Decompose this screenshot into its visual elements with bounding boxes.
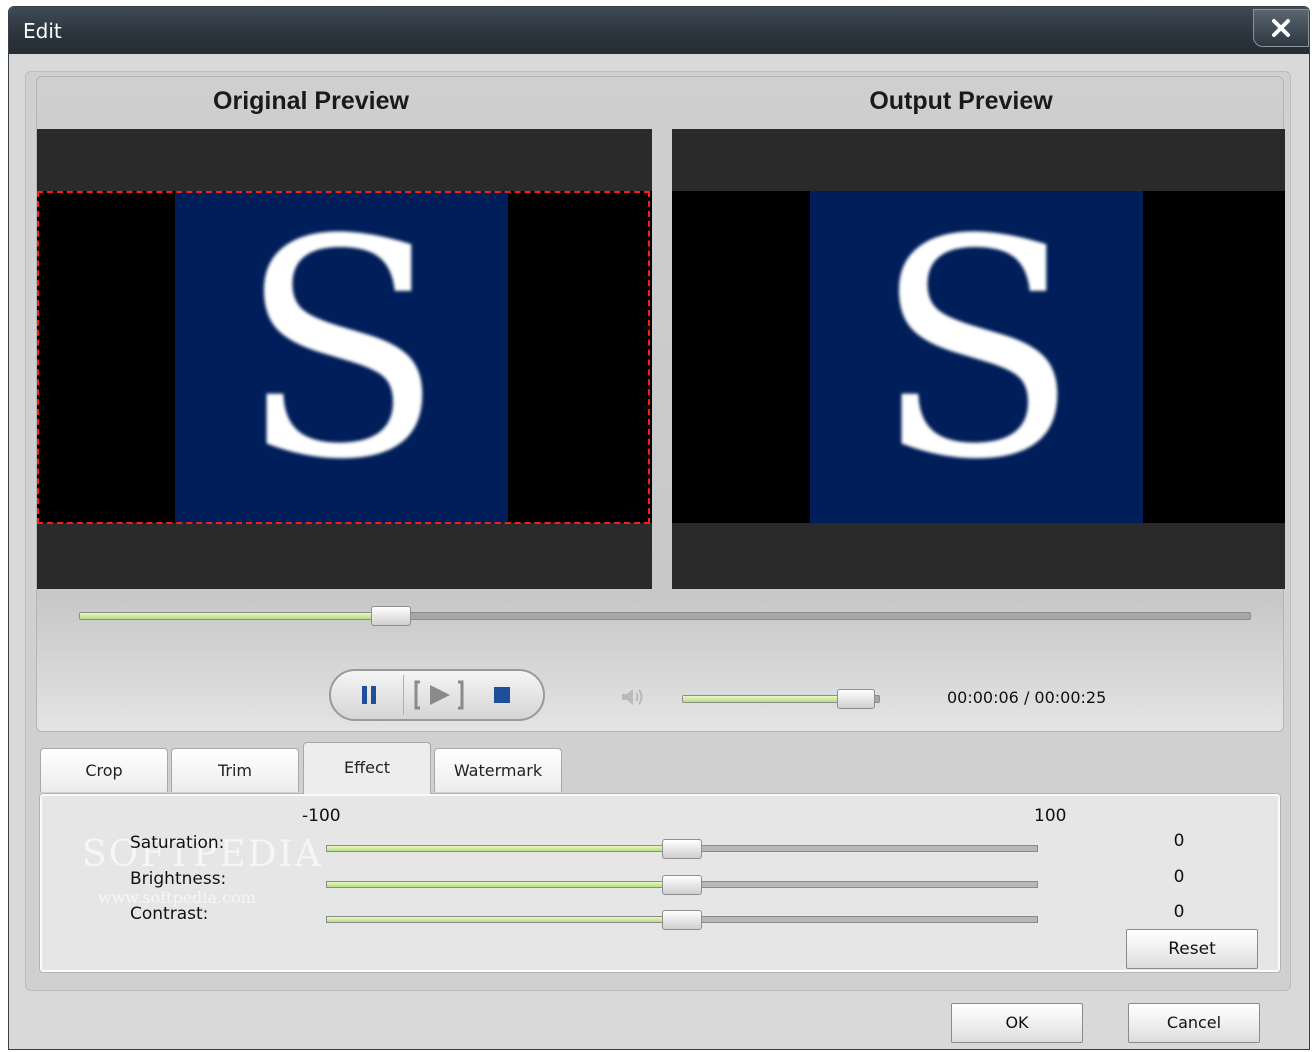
brightness-slider[interactable] [326, 875, 1038, 895]
edit-dialog: Edit Original Preview Output Preview S S… [8, 6, 1310, 1050]
play-frame-icon [414, 680, 463, 710]
seek-thumb[interactable] [371, 606, 411, 626]
title-bar: Edit [9, 7, 1309, 54]
range-min-label: -100 [302, 806, 341, 826]
effect-panel: SOFTPEDIA www.softpedia.com -100 100 Sat… [40, 794, 1280, 972]
window-title: Edit [23, 19, 62, 43]
volume-fill [683, 696, 856, 702]
seek-slider[interactable] [79, 606, 1251, 626]
brightness-thumb[interactable] [662, 875, 702, 895]
saturation-label: Saturation: [130, 833, 225, 853]
cancel-button[interactable]: Cancel [1128, 1003, 1260, 1043]
reset-button[interactable]: Reset [1126, 929, 1258, 969]
original-preview-title: Original Preview [213, 87, 409, 115]
close-button[interactable] [1253, 9, 1309, 47]
volume-slider[interactable] [682, 689, 880, 709]
brightness-value: 0 [1173, 867, 1185, 887]
brightness-label: Brightness: [130, 869, 227, 889]
video-logo: S [810, 191, 1143, 523]
original-preview-video: S [37, 129, 652, 589]
output-preview-title: Output Preview [869, 87, 1053, 115]
speaker-icon[interactable] [619, 686, 645, 708]
tab-trim[interactable]: Trim [171, 748, 299, 792]
tab-watermark[interactable]: Watermark [434, 748, 562, 792]
volume-thumb[interactable] [837, 689, 876, 709]
output-preview-video: S [672, 129, 1285, 589]
preview-area: Original Preview Output Preview S S 00:0… [36, 76, 1285, 732]
time-display: 00:00:06 / 00:00:25 [947, 688, 1107, 707]
pause-button[interactable] [335, 675, 403, 715]
ok-button[interactable]: OK [951, 1003, 1083, 1043]
edit-panel: Original Preview Output Preview S S 00:0… [25, 71, 1291, 991]
saturation-value: 0 [1173, 831, 1185, 851]
seek-fill [80, 613, 373, 619]
range-max-label: 100 [1034, 806, 1067, 826]
saturation-slider[interactable] [326, 839, 1038, 859]
pause-icon [362, 686, 376, 704]
stop-icon [494, 687, 510, 703]
contrast-value: 0 [1173, 902, 1185, 922]
contrast-thumb[interactable] [662, 910, 702, 930]
playback-controls [329, 669, 545, 721]
saturation-thumb[interactable] [662, 839, 702, 859]
play-frame-button[interactable] [403, 675, 473, 715]
stop-button[interactable] [473, 675, 531, 715]
contrast-slider[interactable] [326, 910, 1038, 930]
crop-selection-rect[interactable] [37, 191, 650, 524]
close-icon [1272, 19, 1290, 37]
contrast-label: Contrast: [130, 904, 209, 924]
tab-effect[interactable]: Effect [303, 742, 431, 794]
tab-crop[interactable]: Crop [40, 748, 168, 792]
